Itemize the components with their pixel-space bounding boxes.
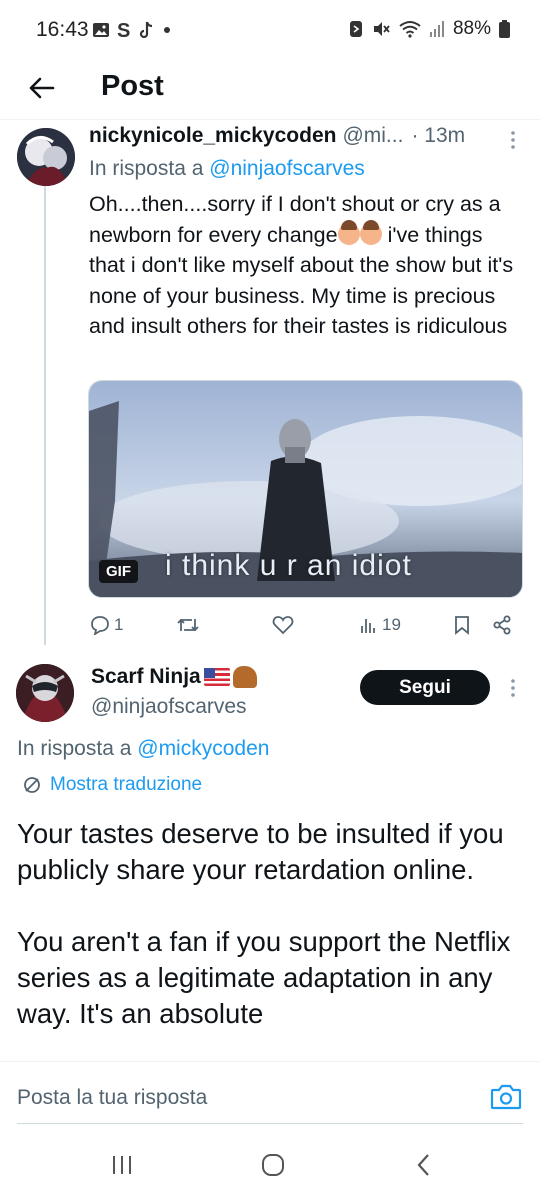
notification-icons: S bbox=[92, 20, 172, 40]
reply-author-name[interactable]: nickynicole_mickycoden bbox=[89, 124, 336, 148]
reply-more-options-button[interactable] bbox=[506, 128, 520, 152]
top-bar: Post bbox=[0, 60, 540, 120]
replying-to-link[interactable]: @ninjaofscarves bbox=[209, 157, 365, 180]
share-icon bbox=[493, 615, 511, 635]
recent-apps-button[interactable] bbox=[102, 1149, 142, 1181]
main-tweet-text: Your tastes deserve to be insulted if yo… bbox=[17, 818, 511, 1029]
reply-timestamp: · 13m bbox=[411, 124, 466, 147]
show-translation-button[interactable]: Mostra traduzione bbox=[22, 774, 202, 796]
reply-replying-to: In risposta a @ninjaofscarves bbox=[89, 157, 365, 180]
system-back-button[interactable] bbox=[404, 1149, 444, 1181]
reply-tweet-header: nickynicole_mickycoden @mi... · 13m bbox=[89, 124, 519, 148]
recent-apps-icon bbox=[113, 1156, 131, 1174]
replying-to-link[interactable]: @mickycoden bbox=[137, 737, 269, 760]
system-icons: 88% bbox=[349, 18, 510, 40]
gallery-notification-icon bbox=[93, 23, 109, 37]
bookmark-button[interactable] bbox=[454, 610, 470, 640]
reply-composer: Posta la tua risposta bbox=[0, 1061, 540, 1129]
view-count: 19 bbox=[382, 615, 401, 634]
battery-icon bbox=[499, 20, 510, 38]
show-translation-label: Mostra traduzione bbox=[50, 774, 203, 795]
avatar[interactable] bbox=[17, 128, 75, 186]
reply-author-handle[interactable]: @mi... bbox=[342, 124, 403, 148]
status-time: 16:43 bbox=[36, 18, 89, 41]
s-app-notification-icon: S bbox=[117, 20, 130, 40]
repost-icon bbox=[177, 618, 199, 632]
reply-count: 1 bbox=[114, 615, 124, 634]
battery-percent: 88% bbox=[452, 18, 491, 39]
person-shrugging-emoji-icon bbox=[337, 219, 360, 245]
views-button[interactable]: 19 bbox=[360, 610, 401, 640]
back-button[interactable] bbox=[22, 68, 62, 108]
main-replying-to: In risposta a @mickycoden bbox=[17, 737, 270, 760]
home-button[interactable] bbox=[253, 1149, 293, 1181]
us-flag-icon bbox=[203, 668, 230, 686]
heart-icon bbox=[272, 616, 294, 635]
system-navigation-bar bbox=[0, 1129, 540, 1199]
data-saver-icon bbox=[349, 21, 362, 37]
comment-icon bbox=[91, 616, 109, 635]
main-more-options-button[interactable] bbox=[506, 676, 520, 700]
main-author-handle[interactable]: @ninjaofscarves bbox=[91, 695, 247, 719]
more-notifications-dot-icon bbox=[164, 27, 170, 33]
reply-tweet-text: Oh....then....sorry if I don't shout or … bbox=[89, 192, 514, 338]
share-button[interactable] bbox=[492, 610, 512, 640]
mute-icon bbox=[373, 22, 390, 36]
follow-button[interactable]: Segui bbox=[360, 670, 490, 705]
like-button[interactable] bbox=[272, 610, 294, 640]
svg-text:S: S bbox=[117, 20, 130, 40]
translate-icon bbox=[24, 777, 40, 793]
more-vertical-icon bbox=[511, 679, 515, 697]
reply-input[interactable]: Posta la tua risposta bbox=[17, 1086, 207, 1110]
gif-media[interactable]: GIF i think u r an idiot bbox=[88, 380, 523, 598]
signal-icon bbox=[429, 21, 444, 37]
more-vertical-icon bbox=[511, 131, 515, 149]
composer-underline bbox=[17, 1123, 523, 1124]
camera-icon bbox=[490, 1084, 522, 1110]
thread-connector-line bbox=[44, 185, 46, 645]
chevron-left-icon bbox=[417, 1154, 429, 1176]
person-shrugging-emoji-icon bbox=[359, 219, 382, 245]
repost-button[interactable] bbox=[176, 610, 200, 640]
arrow-left-icon bbox=[29, 77, 55, 99]
bookmark-icon bbox=[455, 616, 469, 635]
views-chart-icon bbox=[361, 619, 375, 633]
tiktok-notification-icon bbox=[139, 21, 153, 39]
horse-face-icon bbox=[232, 666, 257, 688]
camera-button[interactable] bbox=[489, 1082, 523, 1112]
avatar[interactable] bbox=[16, 664, 74, 722]
reply-tweet-actions: 1 19 bbox=[88, 610, 518, 640]
wifi-icon bbox=[399, 21, 421, 38]
reply-button[interactable]: 1 bbox=[90, 610, 123, 640]
status-bar: 16:43 S 88% bbox=[0, 0, 540, 60]
gif-caption: i think u r an idiot bbox=[165, 549, 412, 582]
page-title: Post bbox=[101, 70, 164, 102]
gif-badge: GIF bbox=[99, 560, 138, 583]
home-circle-icon bbox=[262, 1154, 284, 1176]
main-author-name[interactable]: Scarf Ninja bbox=[91, 665, 257, 689]
